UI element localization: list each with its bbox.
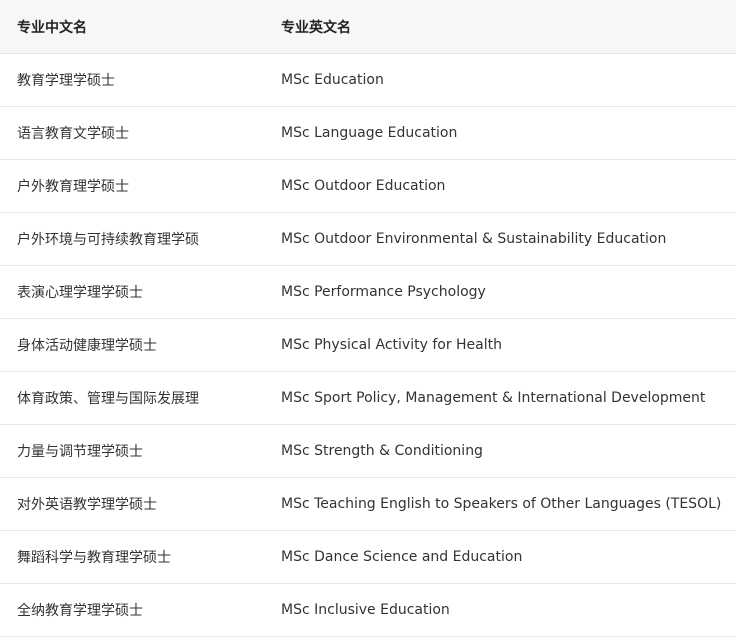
table-row: 全纳教育学理学硕士 MSc Inclusive Education xyxy=(0,583,736,637)
chinese-name-cell: 语言教育文学硕士 xyxy=(0,106,281,160)
english-name-cell: MSc Physical Activity for Health xyxy=(281,318,736,372)
english-name-cell: MSc Performance Psychology xyxy=(281,265,736,319)
table-row: 舞蹈科学与教育理学硕士 MSc Dance Science and Educat… xyxy=(0,530,736,584)
chinese-name-cell: 表演心理学理学硕士 xyxy=(0,265,281,319)
header-english-name: 专业英文名 xyxy=(281,0,736,54)
chinese-name-cell: 全纳教育学理学硕士 xyxy=(0,583,281,637)
header-row: 专业中文名 专业英文名 xyxy=(0,0,736,54)
chinese-name-cell: 户外教育理学硕士 xyxy=(0,159,281,213)
english-name-cell: MSc Teaching English to Speakers of Othe… xyxy=(281,477,736,531)
chinese-name-cell: 身体活动健康理学硕士 xyxy=(0,318,281,372)
table-header: 专业中文名 专业英文名 xyxy=(0,0,736,54)
table-row: 表演心理学理学硕士 MSc Performance Psychology xyxy=(0,265,736,319)
chinese-name-cell: 舞蹈科学与教育理学硕士 xyxy=(0,530,281,584)
table-row: 户外教育理学硕士 MSc Outdoor Education xyxy=(0,159,736,213)
english-name-cell: MSc Dance Science and Education xyxy=(281,530,736,584)
table-row: 户外环境与可持续教育理学硕 MSc Outdoor Environmental … xyxy=(0,212,736,266)
chinese-name-cell: 户外环境与可持续教育理学硕 xyxy=(0,212,281,266)
english-name-cell: MSc Outdoor Education xyxy=(281,159,736,213)
table-row: 对外英语教学理学硕士 MSc Teaching English to Speak… xyxy=(0,477,736,531)
table-row: 语言教育文学硕士 MSc Language Education xyxy=(0,106,736,160)
table-body: 教育学理学硕士 MSc Education 语言教育文学硕士 MSc Langu… xyxy=(0,53,736,637)
english-name-cell: MSc Outdoor Environmental & Sustainabili… xyxy=(281,212,736,266)
chinese-name-cell: 教育学理学硕士 xyxy=(0,53,281,107)
table-row: 教育学理学硕士 MSc Education xyxy=(0,53,736,107)
chinese-name-cell: 力量与调节理学硕士 xyxy=(0,424,281,478)
english-name-cell: MSc Strength & Conditioning xyxy=(281,424,736,478)
table-row: 力量与调节理学硕士 MSc Strength & Conditioning xyxy=(0,424,736,478)
table-row: 体育政策、管理与国际发展理 MSc Sport Policy, Manageme… xyxy=(0,371,736,425)
header-chinese-name: 专业中文名 xyxy=(0,0,281,54)
english-name-cell: MSc Language Education xyxy=(281,106,736,160)
english-name-cell: MSc Sport Policy, Management & Internati… xyxy=(281,371,736,425)
chinese-name-cell: 体育政策、管理与国际发展理 xyxy=(0,371,281,425)
english-name-cell: MSc Inclusive Education xyxy=(281,583,736,637)
programs-table: 专业中文名 专业英文名 教育学理学硕士 MSc Education 语言教育文学… xyxy=(0,0,736,637)
chinese-name-cell: 对外英语教学理学硕士 xyxy=(0,477,281,531)
english-name-cell: MSc Education xyxy=(281,53,736,107)
table-row: 身体活动健康理学硕士 MSc Physical Activity for Hea… xyxy=(0,318,736,372)
